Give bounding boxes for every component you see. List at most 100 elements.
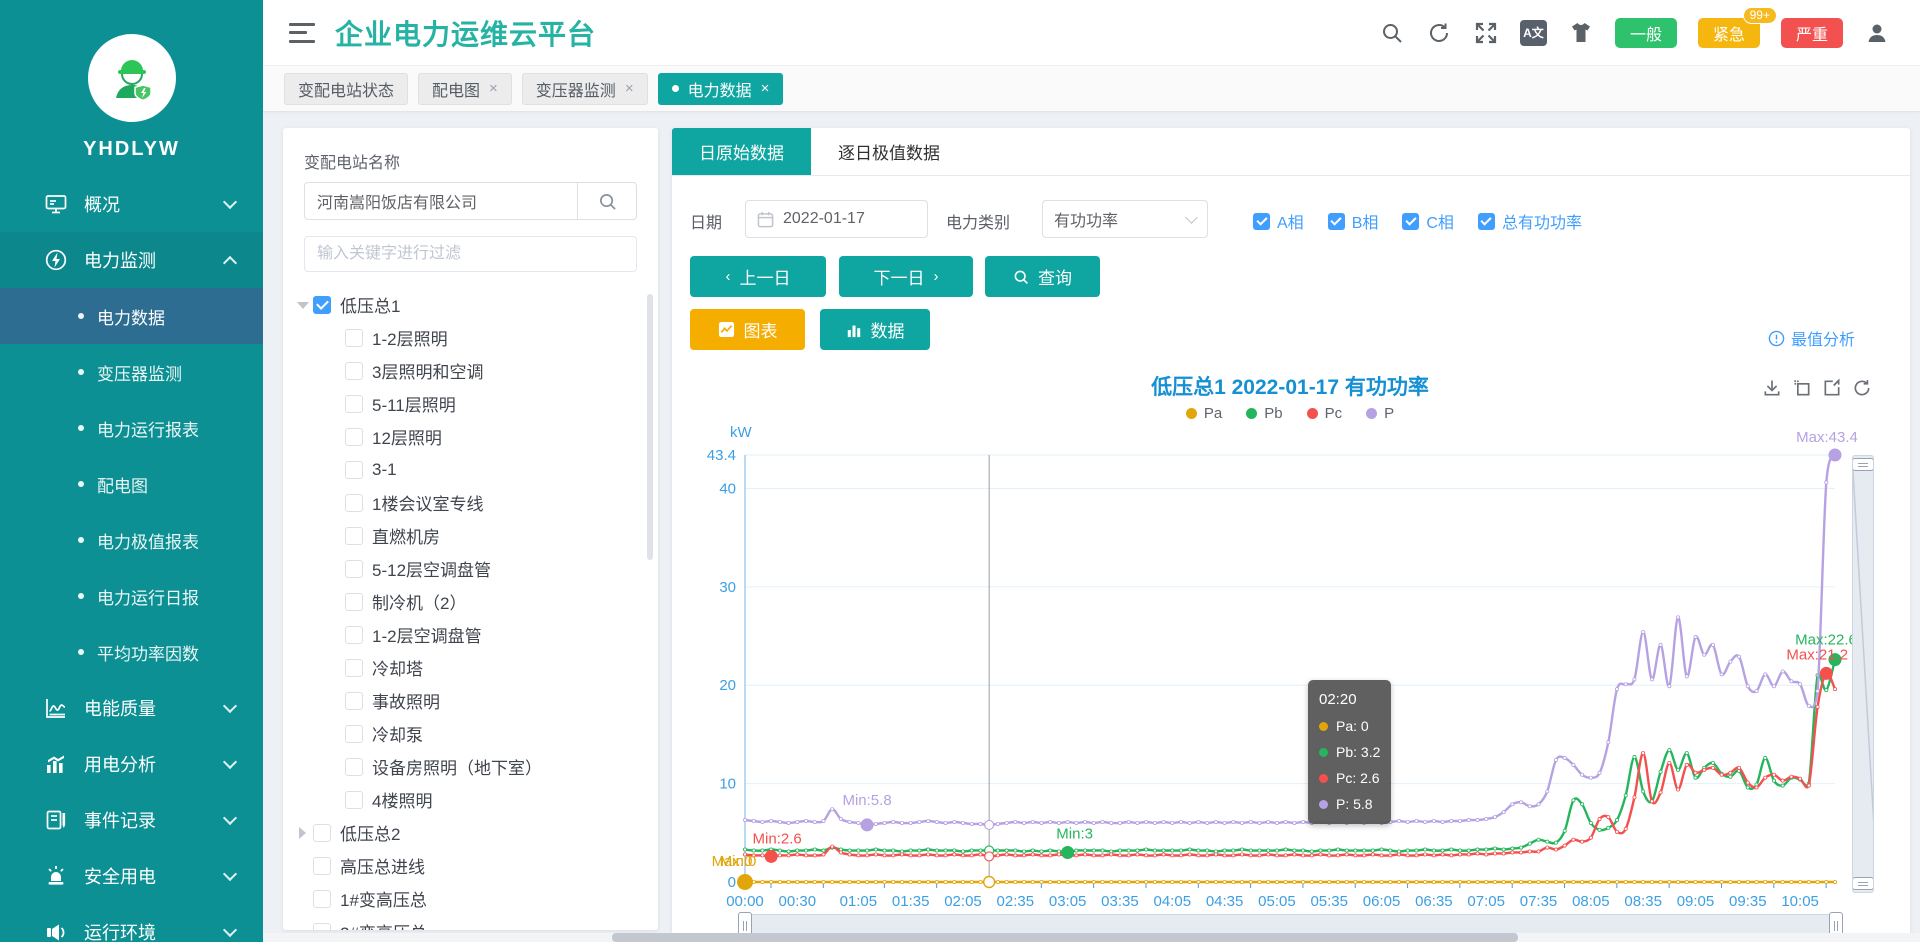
translate-icon[interactable]: A文 (1520, 20, 1547, 46)
tree-checkbox[interactable] (345, 395, 363, 413)
sidebar-item-事件记录[interactable]: 事件记录 (0, 792, 263, 848)
tree-node-低压总1[interactable]: 低压总1 (283, 288, 658, 321)
tree-checkbox[interactable] (313, 296, 331, 314)
sidebar-item-label: 电力极值报表 (97, 528, 199, 553)
expand-down-icon[interactable] (295, 298, 309, 312)
tree-node-冷却泵[interactable]: 冷却泵 (283, 717, 658, 750)
quality-icon (44, 696, 68, 720)
sidebar-item-变压器监测[interactable]: 变压器监测 (0, 344, 263, 400)
tree-node-5-12层空调盘管[interactable]: 5-12层空调盘管 (283, 552, 658, 585)
tree-checkbox[interactable] (313, 824, 331, 842)
collapse-menu-icon[interactable] (289, 23, 315, 43)
vzoom-top-handle[interactable] (1852, 458, 1874, 471)
tree-node-低压总2[interactable]: 低压总2 (283, 816, 658, 849)
tree-node-冷却塔[interactable]: 冷却塔 (283, 651, 658, 684)
sync-icon[interactable] (1426, 20, 1452, 46)
close-tab-icon[interactable]: × (761, 81, 770, 96)
sidebar-item-电力运行日报[interactable]: 电力运行日报 (0, 568, 263, 624)
tree-checkbox[interactable] (345, 659, 363, 677)
tree-node-label: 3-1 (372, 460, 397, 480)
search-icon[interactable] (1379, 20, 1405, 46)
tree-node-3-1[interactable]: 3-1 (283, 453, 658, 486)
tree-checkbox[interactable] (345, 428, 363, 446)
badge-count: 99+ (1743, 7, 1777, 24)
tree-node-5-11层照明[interactable]: 5-11层照明 (283, 387, 658, 420)
monitor-icon (44, 192, 68, 216)
open-tab-电力数据[interactable]: 电力数据× (658, 73, 784, 105)
worker-avatar-icon (104, 50, 160, 106)
tree-checkbox[interactable] (345, 593, 363, 611)
tree-node-2#变高压总[interactable]: 2#变高压总 (283, 915, 658, 930)
datazoom-left-handle[interactable] (738, 912, 752, 935)
tree-node-1楼会议室专线[interactable]: 1楼会议室专线 (283, 486, 658, 519)
tree-checkbox[interactable] (345, 362, 363, 380)
bullet-icon (78, 537, 84, 543)
sidebar-item-电力极值报表[interactable]: 电力极值报表 (0, 512, 263, 568)
sidebar-item-电力监测[interactable]: 电力监测 (0, 232, 263, 288)
svg-text:43.4: 43.4 (707, 447, 736, 464)
tree-checkbox[interactable] (345, 791, 363, 809)
user-icon[interactable] (1864, 20, 1890, 46)
datazoom-horizontal-slider[interactable] (745, 914, 1836, 935)
tree-checkbox[interactable] (313, 890, 331, 908)
sidebar-item-配电图[interactable]: 配电图 (0, 456, 263, 512)
tree-node-制冷机（2）[interactable]: 制冷机（2） (283, 585, 658, 618)
tree-checkbox[interactable] (313, 923, 331, 931)
sidebar-item-安全用电[interactable]: 安全用电 (0, 848, 263, 904)
tree-checkbox[interactable] (345, 626, 363, 644)
sidebar-item-平均功率因数[interactable]: 平均功率因数 (0, 624, 263, 680)
sidebar-item-label: 概况 (84, 191, 120, 217)
tree-node-事故照明[interactable]: 事故照明 (283, 684, 658, 717)
tree-node-1-2层照明[interactable]: 1-2层照明 (283, 321, 658, 354)
tree-node-1-2层空调盘管[interactable]: 1-2层空调盘管 (283, 618, 658, 651)
sidebar-item-电能质量[interactable]: 电能质量 (0, 680, 263, 736)
tree-checkbox[interactable] (345, 461, 363, 479)
tree-checkbox[interactable] (345, 692, 363, 710)
alarm-badge-一般[interactable]: 一般 (1615, 18, 1677, 48)
expand-right-icon[interactable] (295, 826, 309, 840)
bullet-icon (78, 425, 84, 431)
tree-node-3层照明和空调[interactable]: 3层照明和空调 (283, 354, 658, 387)
tree-checkbox[interactable] (345, 560, 363, 578)
chevron-down-icon (223, 923, 237, 937)
sidebar-menu: 概况电力监测电力数据变压器监测电力运行报表配电图电力极值报表电力运行日报平均功率… (0, 176, 263, 942)
station-search-button[interactable] (577, 182, 637, 220)
tree-scrollbar[interactable] (647, 294, 653, 560)
tree-node-1#变高压总[interactable]: 1#变高压总 (283, 882, 658, 915)
tree-checkbox[interactable] (345, 725, 363, 743)
close-tab-icon[interactable]: × (489, 81, 498, 96)
alarm-badge-严重[interactable]: 严重 (1781, 18, 1843, 48)
open-tab-变压器监测[interactable]: 变压器监测× (522, 73, 648, 105)
datazoom-right-handle[interactable] (1829, 912, 1843, 935)
sidebar-item-用电分析[interactable]: 用电分析 (0, 736, 263, 792)
bullet-icon (78, 649, 84, 655)
theme-icon[interactable] (1568, 20, 1594, 46)
open-tab-配电图[interactable]: 配电图× (418, 73, 512, 105)
tree-checkbox[interactable] (345, 527, 363, 545)
tree-node-直燃机房[interactable]: 直燃机房 (283, 519, 658, 552)
station-search-input[interactable] (304, 182, 577, 220)
power-line-chart[interactable]: 01020304043.4kW00:0000:3001:0501:3502:05… (672, 128, 1910, 935)
close-tab-icon[interactable]: × (625, 81, 634, 96)
power-icon (44, 248, 68, 272)
svg-text:Min:0: Min:0 (720, 853, 757, 870)
fullscreen-icon[interactable] (1473, 20, 1499, 46)
sidebar-item-电力数据[interactable]: 电力数据 (0, 288, 263, 344)
tree-filter-input[interactable] (304, 236, 637, 272)
tree-checkbox[interactable] (345, 329, 363, 347)
open-tab-变配电站状态[interactable]: 变配电站状态 (284, 73, 408, 105)
sidebar-item-电力运行报表[interactable]: 电力运行报表 (0, 400, 263, 456)
sidebar-item-概况[interactable]: 概况 (0, 176, 263, 232)
vzoom-bottom-handle[interactable] (1852, 877, 1874, 890)
tree-checkbox[interactable] (345, 758, 363, 776)
tree-node-高压总进线[interactable]: 高压总进线 (283, 849, 658, 882)
sidebar-item-运行环境[interactable]: 运行环境 (0, 904, 263, 942)
tree-node-设备房照明（地下室）[interactable]: 设备房照明（地下室） (283, 750, 658, 783)
tree-node-4楼照明[interactable]: 4楼照明 (283, 783, 658, 816)
tree-checkbox[interactable] (345, 494, 363, 512)
alarm-badge-紧急[interactable]: 紧急99+ (1698, 18, 1760, 48)
page-scrollbar-thumb[interactable] (612, 933, 1518, 942)
tree-checkbox[interactable] (313, 857, 331, 875)
datazoom-vertical-slider[interactable] (1852, 455, 1874, 893)
tree-node-12层照明[interactable]: 12层照明 (283, 420, 658, 453)
